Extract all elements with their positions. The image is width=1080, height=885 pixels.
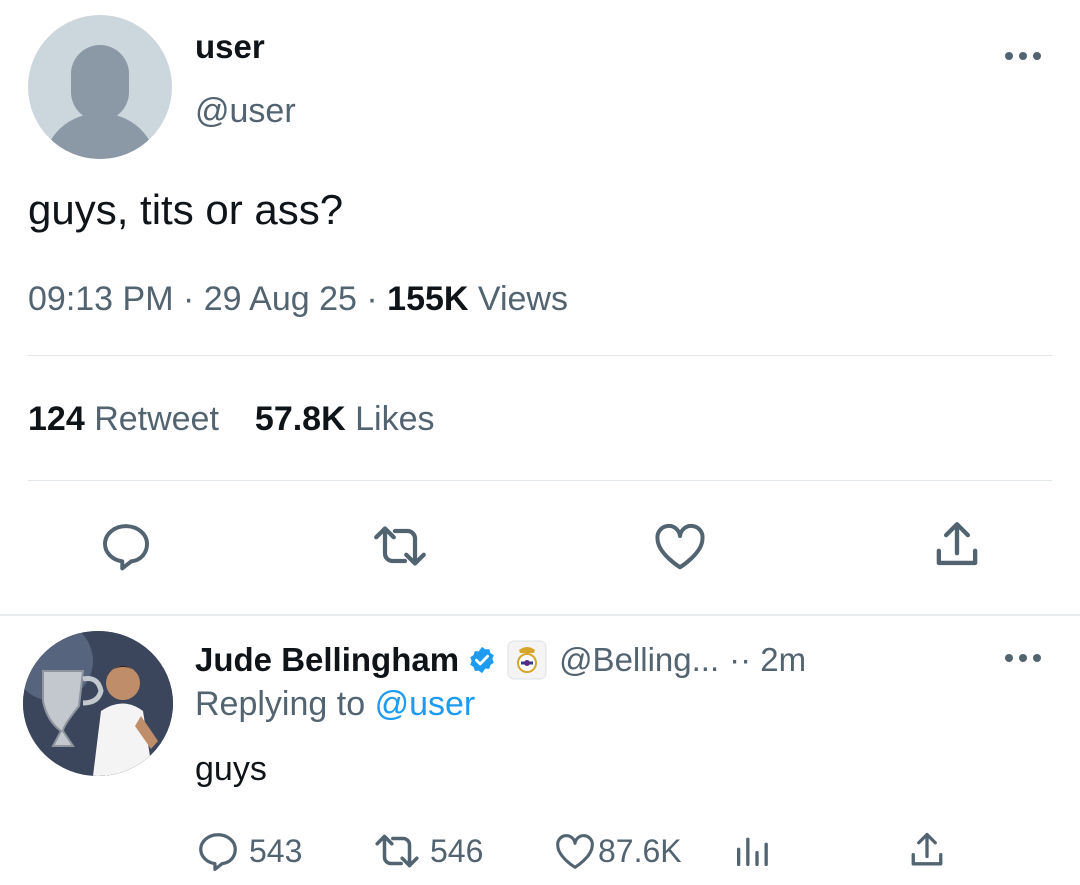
reply-author-handle[interactable]: @Belling... (559, 641, 719, 679)
reply-author-avatar[interactable] (23, 631, 173, 776)
retweets-stat[interactable]: 124 Retweet (28, 400, 219, 438)
analytics-icon (737, 837, 768, 866)
tweet-text: guys, tits or ass? (28, 186, 344, 233)
like-button[interactable] (648, 514, 712, 578)
more-options-button[interactable] (1003, 48, 1043, 64)
meta-separator: · (182, 280, 204, 318)
reply-like-button[interactable]: 87.6K (552, 828, 682, 874)
retweet-button[interactable] (368, 514, 432, 578)
author-handle[interactable]: @user (195, 92, 296, 131)
reply-retweet-count: 546 (430, 832, 484, 869)
likes-label: Likes (355, 400, 435, 438)
views-label: Views (477, 280, 568, 318)
more-horizontal-icon (1005, 52, 1041, 60)
reply-time-value: 2m (760, 641, 807, 678)
reply-analytics-button[interactable] (732, 828, 772, 874)
heart-icon (655, 523, 705, 570)
replying-to: Replying to @user (195, 685, 475, 724)
retweets-label: Retweet (94, 400, 219, 438)
likes-stat[interactable]: 57.8K Likes (255, 400, 435, 438)
reply-share-button[interactable] (905, 828, 949, 874)
reply-button[interactable] (94, 514, 158, 578)
engagement-stats: 124 Retweet 57.8K Likes (28, 400, 434, 439)
reply-reply-button[interactable]: 543 (195, 828, 302, 874)
likes-count: 57.8K (254, 400, 346, 438)
heart-icon (556, 834, 594, 869)
divider (28, 355, 1052, 356)
reply-icon (103, 524, 149, 571)
reply-author-name[interactable]: Jude Bellingham (195, 641, 459, 679)
author-avatar[interactable] (28, 15, 172, 159)
tweet-meta: 09:13 PM · 29 Aug 25 · 155K Views (28, 280, 568, 319)
reply-like-count: 87.6K (598, 832, 682, 869)
retweets-count: 124 (28, 400, 85, 438)
replying-label: Replying to (195, 685, 366, 723)
verified-badge-icon (470, 646, 494, 674)
share-icon (911, 832, 943, 866)
avatar-photo-icon (23, 631, 173, 776)
reply-text: guys (195, 750, 267, 788)
tweet-date[interactable]: 29 Aug 25 (204, 280, 357, 318)
default-avatar-icon (44, 45, 156, 159)
reply-icon (199, 833, 237, 872)
views-count: 155K (387, 280, 469, 318)
reply-header: Jude Bellingham @Belling... ·· 2m (195, 636, 806, 684)
reply-count: 543 (249, 832, 303, 869)
retweet-icon (375, 834, 419, 868)
share-button[interactable] (925, 514, 989, 578)
meta-separator: · (366, 280, 388, 318)
author-name[interactable]: user (195, 28, 265, 66)
share-icon (936, 522, 978, 566)
reply-retweet-button[interactable]: 546 (372, 828, 483, 874)
divider (28, 480, 1052, 481)
tweet-time[interactable]: 09:13 PM (28, 280, 174, 318)
reply-time[interactable]: ·· 2m (729, 641, 806, 679)
real-madrid-crest-icon (507, 640, 547, 680)
retweet-icon (374, 526, 426, 566)
section-separator (0, 614, 1080, 616)
reply-more-options-button[interactable] (1003, 650, 1043, 666)
more-horizontal-icon (1005, 654, 1041, 662)
replying-to-handle[interactable]: @user (375, 685, 476, 723)
